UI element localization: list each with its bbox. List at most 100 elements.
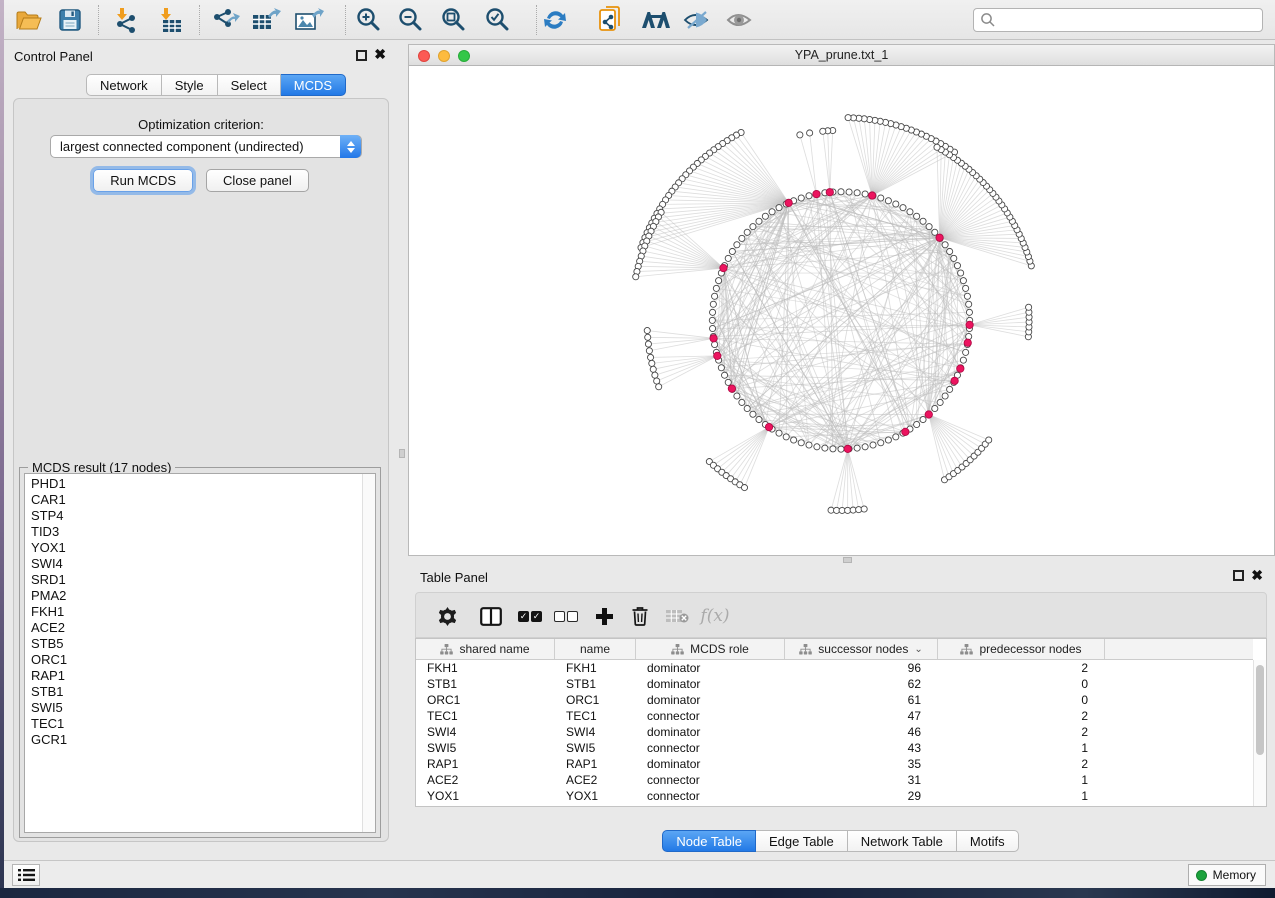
table-scrollbar[interactable] — [1253, 660, 1266, 806]
network-node[interactable] — [838, 189, 844, 195]
network-hub-node[interactable] — [868, 192, 875, 199]
close-table-panel-icon[interactable]: ✖ — [1251, 568, 1263, 582]
run-mcds-button[interactable]: Run MCDS — [93, 169, 193, 192]
network-node[interactable] — [756, 218, 762, 224]
network-node[interactable] — [650, 366, 656, 372]
network-hub-node[interactable] — [966, 321, 973, 328]
network-hub-node[interactable] — [951, 377, 958, 384]
network-node[interactable] — [932, 405, 938, 411]
mcds-list-scrollbar[interactable] — [362, 474, 375, 832]
save-session-icon[interactable] — [53, 3, 87, 37]
network-node[interactable] — [854, 445, 860, 451]
column-header-shared-name[interactable]: shared name — [416, 639, 555, 659]
network-node[interactable] — [644, 327, 650, 333]
network-node[interactable] — [750, 411, 756, 417]
zoom-fit-icon[interactable] — [437, 3, 471, 37]
network-node[interactable] — [645, 341, 651, 347]
float-table-panel-icon[interactable] — [1233, 570, 1244, 581]
network-hub-node[interactable] — [844, 445, 851, 452]
mcds-result-item[interactable]: YOX1 — [31, 540, 359, 556]
network-node[interactable] — [734, 393, 740, 399]
network-node[interactable] — [966, 301, 972, 307]
column-header-name[interactable]: name — [555, 639, 636, 659]
column-header-predecessor-nodes[interactable]: predecessor nodes — [938, 639, 1105, 659]
network-node[interactable] — [861, 506, 867, 512]
network-node[interactable] — [934, 144, 940, 150]
network-node[interactable] — [649, 360, 655, 366]
network-node[interactable] — [776, 430, 782, 436]
network-node[interactable] — [725, 255, 731, 261]
network-node[interactable] — [966, 333, 972, 339]
tab-select[interactable]: Select — [218, 74, 281, 96]
network-node[interactable] — [721, 372, 727, 378]
network-node[interactable] — [798, 440, 804, 446]
table-row[interactable]: FKH1FKH1dominator962 — [416, 660, 1253, 676]
tab-network-table[interactable]: Network Table — [848, 830, 957, 852]
network-node[interactable] — [807, 130, 813, 136]
network-node[interactable] — [725, 379, 731, 385]
network-node[interactable] — [830, 446, 836, 452]
mcds-result-item[interactable]: TID3 — [31, 524, 359, 540]
network-node[interactable] — [986, 437, 992, 443]
table-row[interactable]: YOX1YOX1connector291 — [416, 788, 1253, 804]
network-hub-node[interactable] — [765, 423, 772, 430]
network-node[interactable] — [776, 205, 782, 211]
network-node[interactable] — [806, 442, 812, 448]
zoom-out-icon[interactable] — [394, 3, 428, 37]
network-node[interactable] — [712, 293, 718, 299]
mcds-result-item[interactable]: ORC1 — [31, 652, 359, 668]
table-row[interactable]: TEC1TEC1connector472 — [416, 708, 1253, 724]
table-row[interactable]: SWI4SWI4dominator462 — [416, 724, 1253, 740]
network-node[interactable] — [846, 189, 852, 195]
network-node[interactable] — [647, 354, 653, 360]
search-input[interactable] — [973, 8, 1263, 32]
table-row[interactable]: ORC1ORC1dominator610 — [416, 692, 1253, 708]
network-node[interactable] — [854, 190, 860, 196]
open-session-icon[interactable] — [12, 3, 46, 37]
column-header-successor-nodes[interactable]: successor nodes⌄ — [785, 639, 938, 659]
export-network-icon[interactable] — [209, 3, 243, 37]
network-node[interactable] — [739, 235, 745, 241]
mcds-result-item[interactable]: PHD1 — [31, 476, 359, 492]
float-panel-icon[interactable] — [356, 50, 367, 61]
horizontal-splitter[interactable] — [406, 556, 1275, 564]
close-panel-button[interactable]: Close panel — [206, 169, 309, 192]
table-row[interactable]: STB1STB1dominator620 — [416, 676, 1253, 692]
network-node[interactable] — [633, 274, 639, 280]
network-node[interactable] — [914, 213, 920, 219]
network-node[interactable] — [756, 416, 762, 422]
network-node[interactable] — [878, 195, 884, 201]
network-node[interactable] — [926, 224, 932, 230]
network-node[interactable] — [713, 285, 719, 291]
network-node[interactable] — [885, 198, 891, 204]
network-node[interactable] — [947, 248, 953, 254]
mcds-result-item[interactable]: SWI5 — [31, 700, 359, 716]
network-node[interactable] — [710, 325, 716, 331]
table-row[interactable]: ACE2ACE2connector311 — [416, 772, 1253, 788]
table-row[interactable]: PHD1PHD1dominator180 — [416, 804, 1253, 806]
mcds-result-item[interactable]: RAP1 — [31, 668, 359, 684]
network-node[interactable] — [942, 393, 948, 399]
network-node[interactable] — [932, 229, 938, 235]
network-node[interactable] — [870, 442, 876, 448]
network-node[interactable] — [963, 349, 969, 355]
network-hub-node[interactable] — [813, 190, 820, 197]
network-node[interactable] — [838, 446, 844, 452]
delete-column-trash-icon[interactable] — [626, 593, 654, 639]
tab-network[interactable]: Network — [86, 74, 162, 96]
network-node[interactable] — [710, 301, 716, 307]
hide-graphics-details-icon[interactable] — [680, 3, 714, 37]
network-node[interactable] — [646, 348, 652, 354]
network-node[interactable] — [814, 444, 820, 450]
network-node[interactable] — [783, 434, 789, 440]
network-node[interactable] — [1026, 304, 1032, 310]
network-node[interactable] — [862, 191, 868, 197]
network-node[interactable] — [709, 317, 715, 323]
table-scrollbar-thumb[interactable] — [1256, 665, 1264, 755]
tab-edge-table[interactable]: Edge Table — [756, 830, 848, 852]
import-table-icon[interactable] — [153, 3, 187, 37]
network-node[interactable] — [798, 195, 804, 201]
network-canvas[interactable] — [409, 66, 1274, 555]
network-node[interactable] — [718, 365, 724, 371]
network-node[interactable] — [960, 278, 966, 284]
